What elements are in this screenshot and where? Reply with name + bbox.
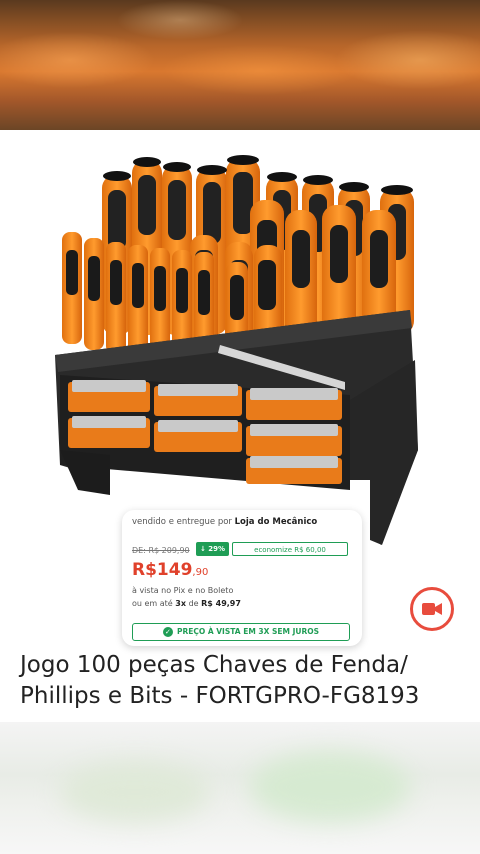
blur-blob [60, 762, 210, 822]
blur-blob [250, 752, 410, 822]
product-title-line2: Phillips e Bits - FORTGPRO-FG8193 [20, 683, 420, 709]
bottom-blurred-banner [0, 722, 480, 854]
pix-banner-text: PREÇO À VISTA EM 3X SEM JUROS [176, 627, 320, 636]
pix-promo-banner[interactable]: ✓ PREÇO À VISTA EM 3X SEM JUROS [132, 623, 350, 641]
installment-value: R$ 49,97 [201, 599, 241, 608]
installment-prefix: ou em até [132, 599, 173, 608]
installment-count: 3x [175, 599, 187, 608]
seller-prefix: vendido e entregue por [132, 517, 232, 527]
top-blurred-banner [0, 0, 480, 130]
banner-glow [0, 0, 480, 130]
old-price: DE: R$ 209,90 [132, 546, 190, 555]
payment-method-line: à vista no Pix e no Boleto [132, 586, 234, 595]
price-integer: R$149 [132, 560, 193, 580]
product-title: Jogo 100 peças Chaves de Fenda/ Phillips… [20, 650, 468, 712]
check-circle-icon: ✓ [162, 627, 173, 637]
installment-line: ou em até 3x de R$ 49,97 [132, 599, 241, 608]
video-camera-button[interactable] [410, 587, 454, 631]
discount-badge: ↓ 29% [196, 542, 230, 556]
current-price: R$149,90 [132, 560, 208, 580]
price-card[interactable]: vendido e entregue por Loja do Mecânico … [122, 510, 362, 646]
seller-info: vendido e entregue por Loja do Mecânico [132, 517, 317, 527]
video-camera-icon [422, 603, 442, 615]
savings-badge: economize R$ 60,00 [232, 542, 348, 556]
installment-mid: de [188, 599, 199, 608]
product-title-line1: Jogo 100 peças Chaves de Fenda/ [20, 652, 408, 678]
price-cents: ,90 [192, 567, 209, 578]
seller-name[interactable]: Loja do Mecânico [235, 517, 318, 527]
